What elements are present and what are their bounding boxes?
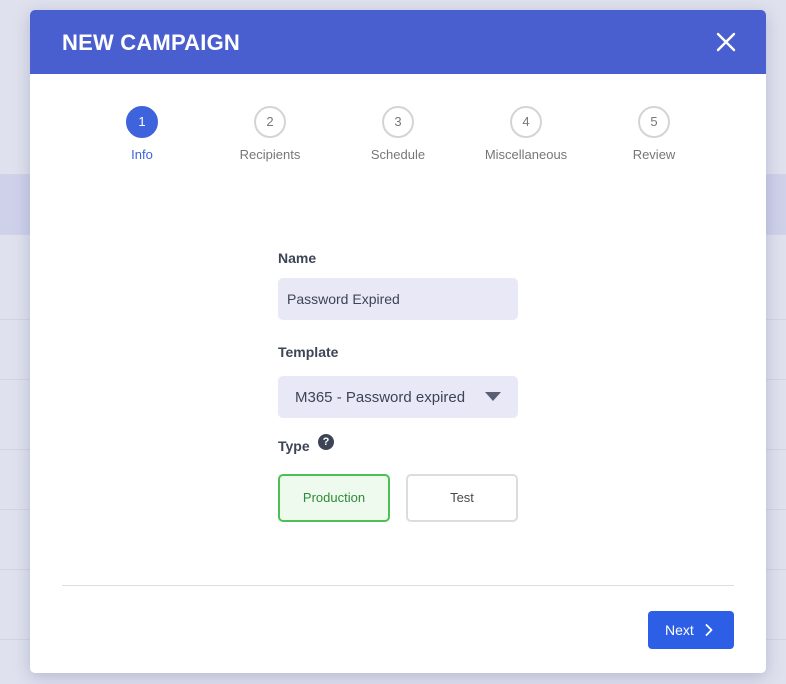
step-number: 5 xyxy=(638,106,670,138)
step-recipients[interactable]: 2 Recipients xyxy=(210,106,330,162)
step-number: 2 xyxy=(254,106,286,138)
step-number: 1 xyxy=(126,106,158,138)
step-schedule[interactable]: 3 Schedule xyxy=(338,106,458,162)
template-select-value: M365 - Password expired xyxy=(295,389,466,406)
step-info[interactable]: 1 Info xyxy=(82,106,202,162)
help-icon[interactable]: ? xyxy=(318,434,334,450)
caret-down-icon xyxy=(485,392,501,401)
step-label: Schedule xyxy=(370,147,426,162)
step-label: Miscellaneous xyxy=(484,147,568,162)
step-label: Recipients xyxy=(239,147,301,162)
type-production-button[interactable]: Production xyxy=(278,474,390,522)
name-label: Name xyxy=(278,250,317,266)
template-select[interactable]: M365 - Password expired xyxy=(278,376,518,418)
new-campaign-modal: NEW CAMPAIGN 1 Info 2 Recipients 3 Sched… xyxy=(30,10,766,673)
step-miscellaneous[interactable]: 4 Miscellaneous xyxy=(466,106,586,162)
chevron-right-icon xyxy=(705,624,713,636)
close-icon xyxy=(716,32,736,52)
step-number: 3 xyxy=(382,106,414,138)
close-button[interactable] xyxy=(713,29,739,55)
step-number: 4 xyxy=(510,106,542,138)
step-review[interactable]: 5 Review xyxy=(594,106,714,162)
name-input[interactable] xyxy=(278,278,518,320)
type-test-button[interactable]: Test xyxy=(406,474,518,522)
type-label: Type xyxy=(278,438,310,454)
step-label: Info xyxy=(131,147,153,162)
step-label: Review xyxy=(632,147,676,162)
modal-title: NEW CAMPAIGN xyxy=(62,30,240,55)
footer-divider xyxy=(62,585,734,586)
template-label: Template xyxy=(278,344,339,360)
next-button[interactable]: Next xyxy=(648,611,734,649)
modal-header: NEW CAMPAIGN xyxy=(30,10,766,74)
next-button-label: Next xyxy=(665,622,694,638)
